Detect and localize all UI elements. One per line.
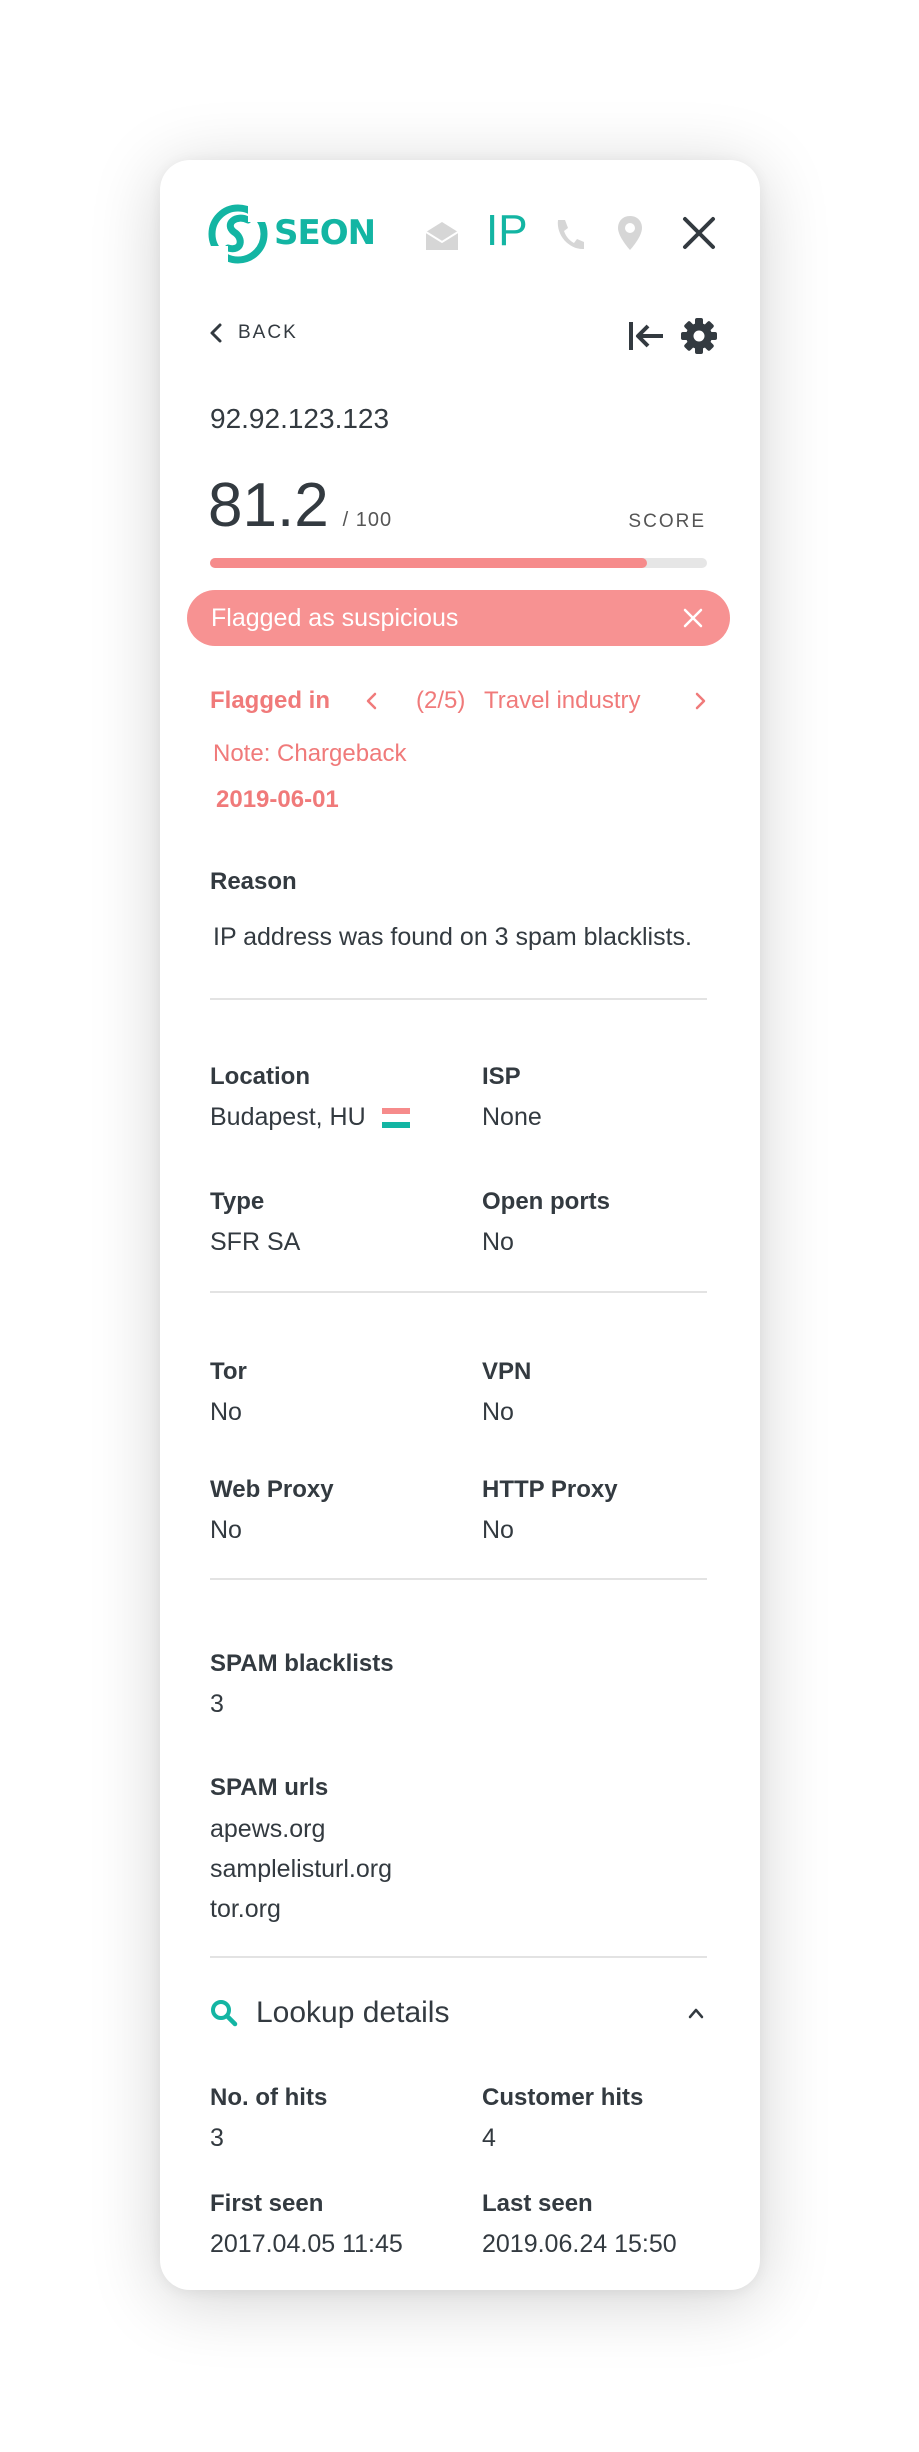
- tor-label: Tor: [210, 1358, 247, 1385]
- flagged-industry: Travel industry: [484, 687, 641, 714]
- type-value: SFR SA: [210, 1228, 301, 1256]
- location-label: Location: [210, 1063, 310, 1090]
- chevron-left-icon: [210, 323, 222, 343]
- flag-banner: Flagged as suspicious: [187, 590, 730, 646]
- web-proxy-value: No: [210, 1516, 242, 1544]
- spam-urls-label: SPAM urls: [210, 1774, 329, 1801]
- divider: [210, 1956, 707, 1958]
- spam-blacklists-label: SPAM blacklists: [210, 1650, 394, 1677]
- last-seen-value: 2019.06.24 15:50: [482, 2230, 677, 2258]
- brand-name: SEON: [274, 213, 376, 253]
- hits-label: No. of hits: [210, 2084, 328, 2111]
- open-ports-label: Open ports: [482, 1188, 611, 1215]
- spam-blacklists-value: 3: [210, 1690, 224, 1718]
- location: Budapest, HU: [210, 1103, 410, 1132]
- reason-label: Reason: [210, 868, 297, 895]
- http-proxy-label: HTTP Proxy: [482, 1476, 618, 1503]
- score-bar-fill: [210, 558, 648, 568]
- flagged-in-label: Flagged in: [210, 687, 330, 714]
- open-ports-value: No: [482, 1228, 514, 1256]
- close-icon[interactable]: [682, 607, 704, 629]
- phone-icon[interactable]: [552, 216, 586, 252]
- tab-ip[interactable]: IP: [486, 206, 528, 256]
- score-value: 81.2: [208, 471, 329, 540]
- spam-url-item: apews.org: [210, 1815, 326, 1843]
- ip-detail-panel: SEON IP BACK 92.92.123.123 81.2 / 100 SC…: [160, 160, 760, 2290]
- tor-value: No: [210, 1398, 242, 1426]
- divider: [210, 1578, 707, 1580]
- isp-label: ISP: [482, 1063, 521, 1090]
- score-label: SCORE: [628, 511, 706, 532]
- collapse-panel-icon[interactable]: [626, 318, 666, 354]
- isp-value: None: [482, 1103, 542, 1131]
- score-max: / 100: [342, 509, 393, 531]
- chevron-right-icon[interactable]: [692, 690, 708, 712]
- back-button[interactable]: BACK: [208, 322, 298, 344]
- location-pin-icon[interactable]: [615, 214, 645, 252]
- vpn-label: VPN: [482, 1358, 532, 1385]
- divider: [210, 998, 707, 1000]
- hits-value: 3: [210, 2124, 224, 2152]
- spam-url-item: tor.org: [210, 1895, 281, 1923]
- lookup-details-title: Lookup details: [256, 1996, 450, 2029]
- web-proxy-label: Web Proxy: [210, 1476, 334, 1503]
- ip-address: 92.92.123.123: [210, 403, 390, 434]
- reason-text: IP address was found on 3 spam blacklist…: [213, 923, 692, 951]
- vpn-value: No: [482, 1398, 514, 1426]
- last-seen-label: Last seen: [482, 2190, 593, 2217]
- location-value: Budapest, HU: [210, 1103, 366, 1131]
- http-proxy-value: No: [482, 1516, 514, 1544]
- envelope-icon[interactable]: [422, 218, 462, 252]
- seon-logo-icon: [208, 204, 268, 264]
- first-seen-label: First seen: [210, 2190, 324, 2217]
- divider: [210, 1291, 707, 1293]
- close-icon[interactable]: [682, 216, 716, 250]
- search-icon: [211, 2000, 238, 2027]
- chevron-up-icon: [688, 2008, 704, 2019]
- flagged-date: 2019-06-01: [216, 786, 339, 813]
- flag-banner-text: Flagged as suspicious: [211, 603, 459, 632]
- customer-hits-label: Customer hits: [482, 2084, 644, 2111]
- customer-hits-value: 4: [482, 2124, 496, 2152]
- back-label: BACK: [238, 322, 298, 343]
- score-bar: [210, 558, 707, 568]
- flagged-note: Note: Chargeback: [213, 740, 407, 767]
- score-display: 81.2 / 100: [208, 470, 392, 541]
- hungary-flag-icon: [381, 1107, 410, 1128]
- gear-icon[interactable]: [680, 317, 718, 355]
- first-seen-value: 2017.04.05 11:45: [210, 2230, 403, 2258]
- spam-url-item: samplelisturl.org: [210, 1855, 393, 1883]
- flagged-position: (2/5): [416, 687, 466, 714]
- type-label: Type: [210, 1188, 265, 1215]
- lookup-details-toggle[interactable]: Lookup details: [210, 1996, 707, 2030]
- chevron-left-icon[interactable]: [364, 690, 380, 712]
